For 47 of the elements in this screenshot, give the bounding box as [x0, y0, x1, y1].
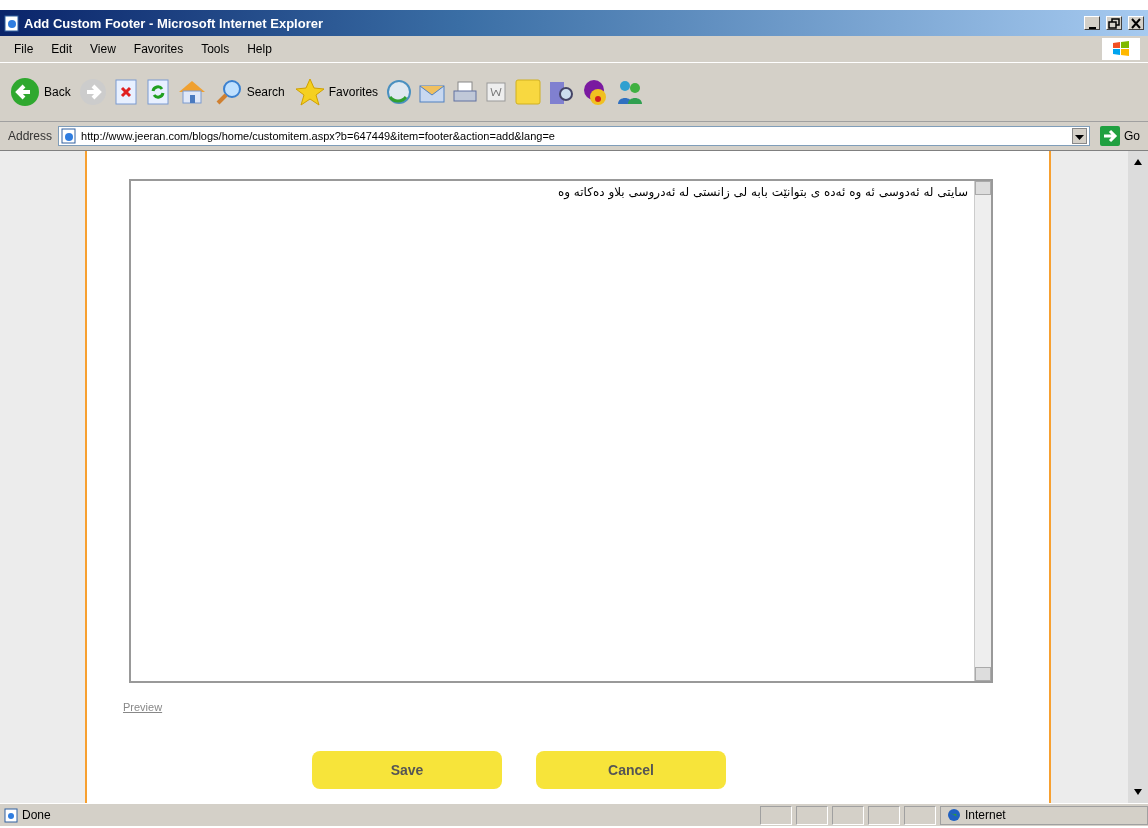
minimize-button[interactable]	[1084, 16, 1100, 30]
globe-icon[interactable]	[947, 808, 961, 822]
page-icon	[61, 128, 78, 144]
save-button[interactable]: Save	[312, 751, 502, 789]
favorites-button[interactable]: Favorites	[292, 76, 381, 108]
cancel-button[interactable]: Cancel	[536, 751, 726, 789]
document-icon[interactable]	[484, 80, 509, 104]
page-scrollbar[interactable]	[1128, 151, 1148, 803]
refresh-icon[interactable]	[144, 79, 171, 105]
star-icon	[294, 78, 325, 106]
status-pane	[760, 805, 792, 825]
zone-text: Internet	[965, 808, 1006, 822]
menu-item[interactable]: Tools	[195, 40, 236, 58]
printer-icon[interactable]	[452, 80, 479, 104]
close-icon	[1129, 17, 1143, 30]
search-button[interactable]: Search	[212, 76, 287, 108]
back-button[interactable]: Back	[8, 75, 73, 109]
ie-page-icon[interactable]	[4, 14, 20, 32]
status-pane	[832, 805, 864, 825]
stop-icon[interactable]	[112, 79, 139, 105]
status-text: Done	[22, 808, 51, 822]
people-icon[interactable]	[616, 78, 645, 106]
window-title: Add Custom Footer - Microsoft Internet Explorer	[24, 15, 324, 31]
menu-item[interactable]: View	[84, 40, 122, 58]
down-arrow-icon[interactable]	[1134, 789, 1142, 795]
preview-link[interactable]: Preview	[123, 701, 163, 713]
status-pane	[868, 805, 900, 825]
search-icon	[214, 78, 243, 106]
address-bar-field[interactable]: http://www.jeeran.com/blogs/home/customitem.aspx?b=647449&item=footer&action=add&lang=e	[58, 126, 1090, 146]
go-button[interactable]: Go	[1096, 126, 1144, 146]
minimize-icon	[1088, 27, 1096, 29]
status-pane	[796, 805, 828, 825]
status-pane	[904, 805, 936, 825]
restore-button[interactable]	[1106, 16, 1122, 30]
close-button[interactable]	[1128, 16, 1144, 30]
address-label: Address	[8, 129, 53, 143]
arrow-icon	[1100, 126, 1120, 146]
menu-item[interactable]: File	[8, 40, 40, 58]
restore-icon	[1107, 17, 1121, 30]
caret-icon	[1075, 135, 1084, 141]
text-area-scrollbar[interactable]	[974, 181, 991, 681]
page-icon[interactable]	[4, 807, 18, 823]
menu-item[interactable]: Favorites	[127, 40, 190, 58]
menu-item[interactable]: Edit	[45, 40, 79, 58]
menu-item[interactable]: Help	[241, 40, 278, 58]
up-arrow-icon[interactable]	[1134, 159, 1142, 165]
dropdown-button[interactable]	[1072, 128, 1087, 144]
